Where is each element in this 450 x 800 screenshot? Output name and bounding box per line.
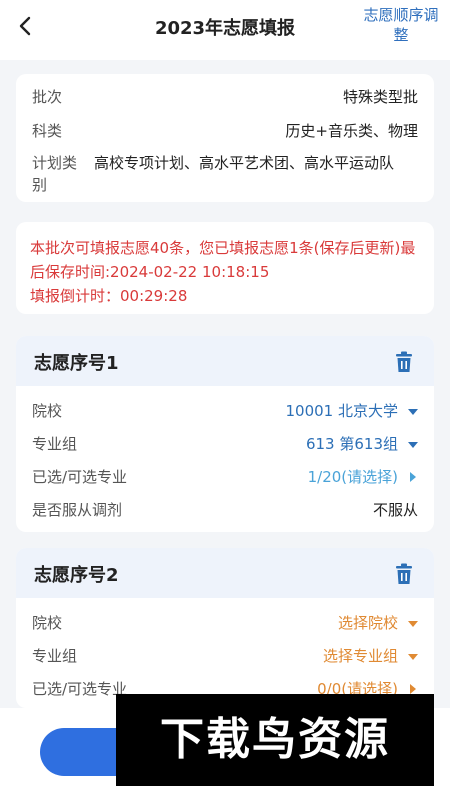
trash-icon[interactable] (394, 351, 414, 373)
batch-label: 批次 (32, 88, 63, 106)
chevron-down-icon (408, 442, 418, 448)
choice-card-2: 志愿序号2 院校 选择院校 专业组 选择专业组 已选/可选专业 0/0(请选择) (16, 548, 434, 708)
choice-title: 志愿序号2 (34, 565, 119, 586)
major-group-select[interactable]: 专业组 选择专业组 (32, 645, 418, 669)
trash-icon[interactable] (394, 563, 414, 585)
major-value: 1/20(请选择) (307, 468, 398, 486)
chevron-right-icon (410, 472, 416, 482)
chevron-down-icon (408, 409, 418, 415)
chevron-down-icon (408, 621, 418, 627)
notice-text: 本批次可填报志愿40条，您已填报志愿1条(保存后更新)最后保存时间:2024-0… (30, 239, 416, 281)
adjust-row: 是否服从调剂 不服从 (32, 499, 418, 523)
chevron-right-icon (410, 684, 416, 694)
school-value: 选择院校 (337, 614, 398, 632)
school-label: 院校 (32, 614, 63, 632)
choice-header: 志愿序号1 (16, 336, 434, 386)
notice-card: 本批次可填报志愿40条，您已填报志愿1条(保存后更新)最后保存时间:2024-0… (16, 222, 434, 314)
countdown-text: 填报倒计时：00:29:28 (30, 287, 188, 305)
major-group-select[interactable]: 专业组 613 第613组 (32, 433, 418, 457)
school-select[interactable]: 院校 选择院校 (32, 612, 418, 636)
major-group-value: 613 第613组 (305, 435, 398, 453)
major-label: 已选/可选专业 (32, 680, 128, 698)
adjust-value: 不服从 (372, 501, 418, 519)
major-group-label: 专业组 (32, 435, 78, 453)
plan-row: 计划类别 高校专项计划、高水平艺术团、高水平运动队 (32, 152, 418, 196)
choice-title: 志愿序号1 (34, 353, 119, 374)
plan-label: 计划类别 (32, 154, 78, 194)
school-select[interactable]: 院校 10001 北京大学 (32, 400, 418, 424)
major-select[interactable]: 已选/可选专业 1/20(请选择) (32, 466, 418, 490)
plan-value: 高校专项计划、高水平艺术团、高水平运动队 (94, 154, 395, 172)
major-group-value: 选择专业组 (322, 647, 398, 665)
choice-header: 志愿序号2 (16, 548, 434, 598)
adjust-label: 是否服从调剂 (32, 501, 123, 519)
subject-value: 历史+音乐类、物理 (285, 122, 418, 140)
choice-card-1: 志愿序号1 院校 10001 北京大学 专业组 613 第613组 已选/可选专… (16, 336, 434, 532)
school-label: 院校 (32, 402, 63, 420)
watermark: 下载鸟资源 (116, 694, 434, 786)
batch-info-card: 批次 特殊类型批 科类 历史+音乐类、物理 计划类别 高校专项计划、高水平艺术团… (16, 74, 434, 202)
batch-value: 特殊类型批 (342, 88, 418, 106)
school-value: 10001 北京大学 (285, 402, 399, 420)
reorder-choices-link[interactable]: 志愿顺序调整 (358, 5, 444, 45)
major-label: 已选/可选专业 (32, 468, 128, 486)
chevron-down-icon (408, 654, 418, 660)
top-bar: 2023年志愿填报 志愿顺序调整 (0, 0, 450, 60)
major-group-label: 专业组 (32, 647, 78, 665)
subject-label: 科类 (32, 122, 63, 140)
